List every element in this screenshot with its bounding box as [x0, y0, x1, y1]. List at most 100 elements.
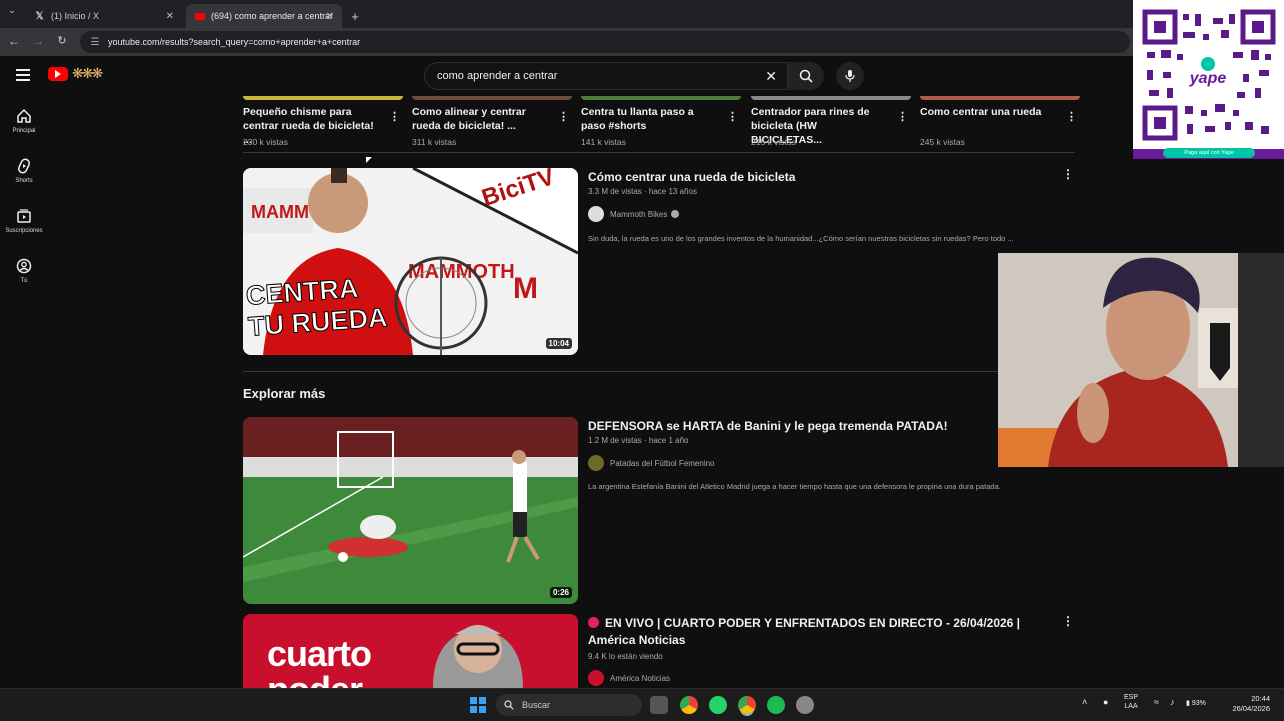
- live-indicator-icon: [588, 617, 599, 628]
- sidebar-item-suscripciones[interactable]: Suscripciones: [0, 200, 48, 250]
- video-duration: 0:26: [549, 587, 572, 598]
- sidebar-item-principal[interactable]: Principal: [0, 100, 48, 150]
- qr-brand-text: yape: [1189, 70, 1227, 87]
- spotify-icon[interactable]: [767, 696, 785, 714]
- subscriptions-icon: [17, 209, 31, 223]
- channel-name[interactable]: América Noticias: [610, 674, 670, 683]
- short-thumbnail[interactable]: [581, 96, 741, 100]
- sidebar-item-tu[interactable]: Tú: [0, 250, 48, 300]
- sidebar-item-shorts[interactable]: Shorts: [0, 150, 48, 200]
- taskbar-clock[interactable]: 20:44 26/04/2026: [1232, 694, 1270, 714]
- youtube-logo[interactable]: [48, 67, 68, 81]
- chrome-alt-icon[interactable]: [796, 696, 814, 714]
- more-options-icon[interactable]: ⋮: [1066, 110, 1077, 123]
- channel-avatar[interactable]: [588, 670, 604, 686]
- channel-name[interactable]: Mammoth Bikes: [610, 210, 667, 219]
- section-title: Explorar más: [243, 386, 326, 401]
- tab-youtube-search[interactable]: (694) como aprender a centrar ✕: [186, 4, 342, 28]
- short-views: 311 k vistas: [412, 137, 457, 147]
- volume-icon[interactable]: ♪: [1170, 698, 1175, 707]
- tab-search-button[interactable]: ⌄: [4, 5, 20, 16]
- video-duration: 10:04: [545, 338, 572, 349]
- video-thumbnail[interactable]: 0:26: [243, 417, 578, 604]
- more-options-icon[interactable]: ⋮: [1062, 167, 1074, 181]
- channel-row[interactable]: Mammoth Bikes: [588, 206, 680, 222]
- short-title[interactable]: Como centrar una rueda: [920, 105, 1058, 119]
- more-options-icon[interactable]: ⋮: [389, 110, 400, 123]
- microphone-icon: [845, 70, 855, 82]
- battery-indicator[interactable]: ▮ 93%: [1186, 699, 1206, 708]
- more-options-icon[interactable]: ⋮: [1062, 614, 1074, 628]
- video-thumbnail[interactable]: MAMMOTH MAMMOTH M BiciTV CENTRA TU RUEDA…: [243, 168, 578, 355]
- whatsapp-icon[interactable]: [709, 696, 727, 714]
- shorts-icon: [17, 158, 31, 174]
- short-thumbnail[interactable]: [412, 96, 572, 100]
- more-options-icon[interactable]: ⋮: [558, 110, 569, 123]
- tray-overflow-icon[interactable]: ˄: [1082, 698, 1087, 707]
- x-logo-icon: 𝕏: [35, 10, 44, 22]
- youtube-icon: [194, 11, 205, 22]
- menu-icon[interactable]: [16, 69, 30, 84]
- video-description: Sin duda, la rueda es uno de los grandes…: [588, 234, 1014, 243]
- channel-name[interactable]: Patadas del Fútbol Femenino: [610, 459, 715, 468]
- tab-inicio-x[interactable]: 𝕏 (1) Inicio / X ✕: [26, 4, 182, 28]
- site-info-icon[interactable]: ☰: [88, 37, 102, 48]
- channel-row[interactable]: América Noticias: [588, 670, 670, 686]
- windows-start-icon[interactable]: [470, 697, 486, 713]
- webcam-overlay: [998, 253, 1284, 467]
- clear-search-icon[interactable]: ✕: [765, 68, 777, 85]
- mouse-cursor: [366, 157, 372, 163]
- channel-avatar[interactable]: [588, 455, 604, 471]
- new-tab-button[interactable]: +: [344, 4, 366, 28]
- plus-icon: +: [351, 8, 359, 24]
- video-thumbnail[interactable]: cuarto poder: [243, 614, 578, 688]
- home-icon: [17, 108, 31, 123]
- url-text: youtube.com/results?search_query=como+ap…: [108, 37, 361, 47]
- back-arrow-icon[interactable]: ←: [6, 34, 22, 48]
- close-tab-icon[interactable]: ✕: [166, 11, 174, 22]
- video-meta: 3.3 M de vistas · hace 13 años: [588, 187, 697, 196]
- chrome-active-icon[interactable]: [738, 696, 756, 714]
- address-bar-row: ← → ↻ ☰ youtube.com/results?search_query…: [0, 28, 1284, 56]
- channel-row[interactable]: Patadas del Fútbol Femenino: [588, 455, 715, 471]
- video-title[interactable]: DEFENSORA se HARTA de Banini y le pega t…: [588, 418, 948, 435]
- close-tab-icon[interactable]: ✕: [326, 11, 334, 22]
- more-options-icon[interactable]: ⋮: [897, 110, 908, 123]
- task-view-icon[interactable]: [650, 696, 668, 714]
- qr-caption-box: Paga aquí con Yape: [1163, 148, 1255, 158]
- short-title[interactable]: Como alinear y centrar rueda de biciclet…: [412, 105, 550, 133]
- chrome-icon[interactable]: [680, 696, 698, 714]
- language-code: ESP: [1124, 694, 1139, 701]
- search-button[interactable]: [788, 62, 824, 90]
- thumbnail-caption: cuarto poder: [267, 633, 372, 689]
- reload-icon[interactable]: ↻: [54, 34, 70, 47]
- video-title[interactable]: EN VIVO | CUARTO PODER Y ENFRENTADOS EN …: [588, 615, 1058, 649]
- you-icon: [16, 258, 32, 274]
- forward-arrow-icon[interactable]: →: [30, 34, 46, 48]
- video-meta: 9.4 K lo están viendo: [588, 652, 663, 661]
- tab-label: (694) como aprender a centrar: [211, 11, 334, 21]
- short-title[interactable]: Centra tu llanta paso a paso #shorts: [581, 105, 719, 133]
- microphone-tray-icon[interactable]: ●: [1103, 698, 1108, 707]
- youtube-header: ❋❋❋ como aprender a centrar ✕: [0, 56, 1284, 96]
- search-query: como aprender a centrar: [437, 70, 558, 82]
- yape-qr-overlay: yape Paga aquí con Yape: [1133, 0, 1284, 159]
- voice-search-button[interactable]: [836, 62, 864, 90]
- search-icon: [504, 700, 514, 710]
- channel-avatar[interactable]: [588, 206, 604, 222]
- language-indicator[interactable]: ESP LAA: [1124, 693, 1138, 711]
- short-thumbnail[interactable]: [751, 96, 911, 100]
- url-field[interactable]: ☰ youtube.com/results?search_query=como+…: [80, 31, 1130, 53]
- video-meta: 1.2 M de vistas · hace 1 año: [588, 436, 689, 445]
- divider: [243, 152, 1075, 153]
- search-input[interactable]: como aprender a centrar ✕: [424, 62, 788, 90]
- more-options-icon[interactable]: ⋮: [727, 110, 738, 123]
- video-description: La argentina Estefanía Banini del Atleti…: [588, 482, 1001, 491]
- wifi-icon[interactable]: ≈: [1154, 698, 1159, 707]
- doodle-figures-icon[interactable]: ❋❋❋: [72, 65, 103, 82]
- taskbar-search[interactable]: Buscar: [496, 694, 642, 716]
- video-title[interactable]: Cómo centrar una rueda de bicicleta: [588, 169, 795, 186]
- short-thumbnail[interactable]: [920, 96, 1080, 100]
- short-thumbnail[interactable]: [243, 96, 403, 100]
- keyboard-layout: LAA: [1124, 703, 1138, 710]
